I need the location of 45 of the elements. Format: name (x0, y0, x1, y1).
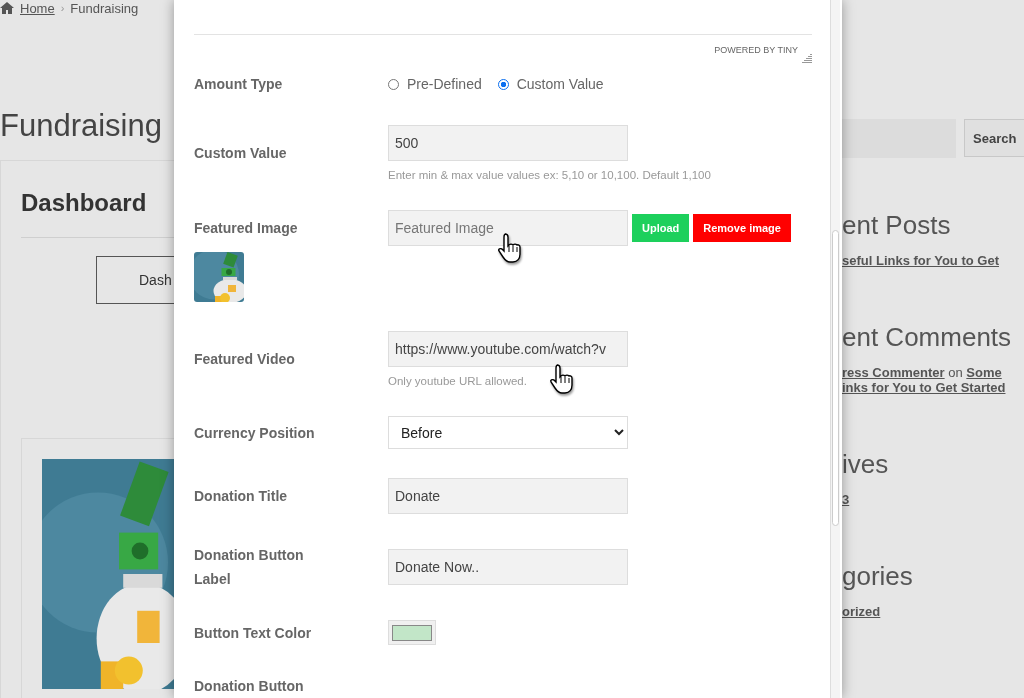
sidebar-link[interactable]: 3 (842, 492, 850, 507)
sidebar-link[interactable]: inks for You to Get Started (842, 380, 1006, 395)
card-title: Dashboard (21, 189, 148, 217)
field-label: Custom Value (194, 144, 288, 163)
scrollbar[interactable] (830, 0, 840, 698)
image-url-field[interactable]: Featured Image (388, 210, 628, 246)
field-label: Featured Video (194, 350, 296, 369)
breadcrumb-current: Fundraising (70, 0, 139, 16)
resize-grip-icon[interactable] (802, 54, 812, 63)
breadcrumb-separator: › (60, 2, 65, 14)
help-text: Only youtube URL allowed. (388, 375, 528, 387)
widget-heading: ent Comments (842, 322, 1013, 353)
editor-credit: POWERED BY TINY (714, 45, 798, 55)
text-field[interactable]: Donate (388, 478, 628, 514)
remove-image-button[interactable]: Remove image (693, 214, 791, 242)
widget-heading: ives (842, 449, 890, 480)
field-label: Donation Button (194, 677, 305, 696)
field-label: Featured Image (194, 219, 299, 238)
color-picker[interactable] (388, 620, 436, 645)
sidebar-link[interactable]: seful Links for You to Get (842, 253, 999, 268)
radio-option[interactable]: Pre-Defined (388, 76, 482, 92)
search-button[interactable]: Search (964, 119, 1024, 157)
home-icon (0, 1, 14, 15)
text-field[interactable]: 500 (388, 125, 628, 161)
sidebar-link[interactable]: orized (842, 604, 881, 619)
currency-position-select[interactable]: Before (388, 416, 628, 449)
radio-option[interactable]: Custom Value (497, 76, 604, 92)
text-field[interactable]: https://www.youtube.com/watch?v (388, 331, 628, 367)
widget-heading: ent Posts (842, 210, 952, 241)
radio-button[interactable] (497, 78, 509, 90)
sidebar-text: on (948, 365, 963, 380)
breadcrumb-link[interactable]: Home (20, 0, 55, 16)
field-label: Donation Button Label (194, 546, 305, 589)
radio-button[interactable] (388, 78, 399, 90)
page-title: Fundraising (0, 108, 163, 144)
text-field[interactable]: Donate Now.. (388, 549, 628, 585)
help-text: Enter min & max value values ex: 5,10 or 10,100. Default 1,100 (388, 169, 712, 181)
widget-heading: gories (842, 561, 914, 592)
sidebar-link[interactable]: Some (966, 365, 1002, 380)
field-label: Amount Type (194, 75, 284, 94)
field-label: Currency Position (194, 423, 316, 443)
field-label: Donation Title (194, 487, 289, 506)
search-field[interactable] (842, 119, 956, 158)
sidebar-link[interactable]: ress Commenter (842, 365, 945, 380)
field-label: Button Text Color (194, 623, 313, 643)
